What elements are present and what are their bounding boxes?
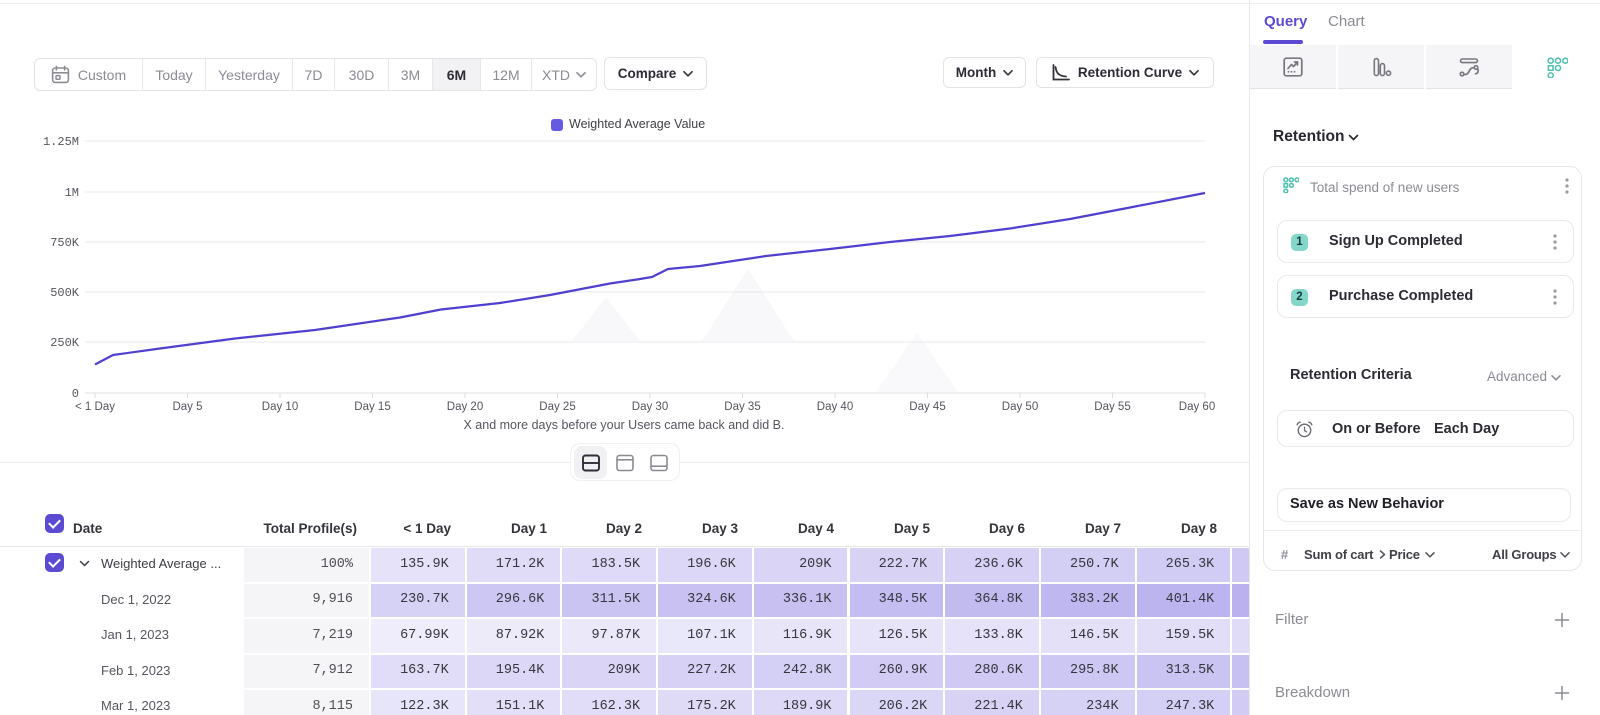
svg-text:Day 25: Day 25 xyxy=(539,401,575,413)
svg-text:Day 55: Day 55 xyxy=(1094,401,1130,413)
svg-text:1M: 1M xyxy=(65,186,79,200)
svg-text:Day 20: Day 20 xyxy=(447,401,483,413)
svg-text:Day 35: Day 35 xyxy=(724,401,760,413)
svg-text:< 1 Day: < 1 Day xyxy=(75,401,115,413)
svg-text:Day 40: Day 40 xyxy=(817,401,853,413)
svg-text:500K: 500K xyxy=(50,286,80,300)
svg-text:Day 50: Day 50 xyxy=(1002,401,1038,413)
svg-text:Day 45: Day 45 xyxy=(909,401,945,413)
svg-text:750K: 750K xyxy=(50,236,80,250)
svg-text:250K: 250K xyxy=(50,336,80,350)
svg-text:0: 0 xyxy=(72,387,79,401)
svg-text:Day 5: Day 5 xyxy=(172,401,202,413)
svg-text:1.25M: 1.25M xyxy=(43,135,79,149)
svg-text:Day 15: Day 15 xyxy=(354,401,390,413)
svg-text:Day 10: Day 10 xyxy=(262,401,298,413)
svg-text:Day 30: Day 30 xyxy=(632,401,668,413)
svg-text:Day 60: Day 60 xyxy=(1179,401,1215,413)
